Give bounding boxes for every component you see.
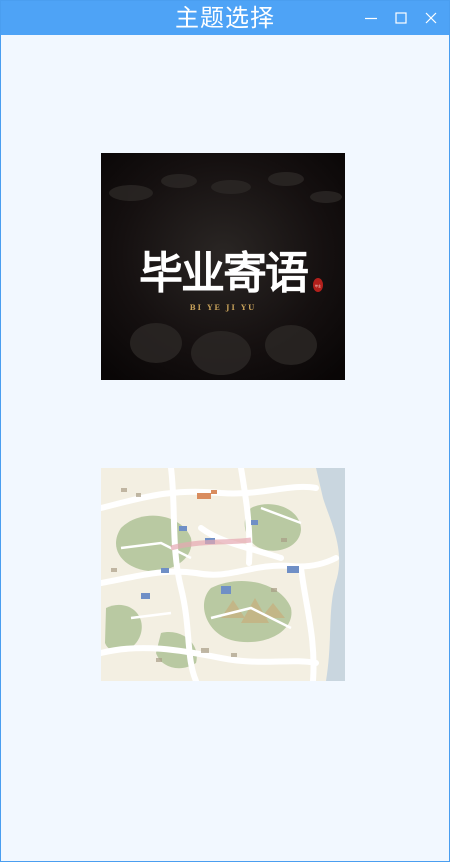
minimize-icon — [365, 17, 377, 20]
title-bar[interactable]: 主题选择 — [1, 1, 449, 35]
graduation-message-thumbnail: 毕业寄语 BI YE JI YU 毕业 — [101, 153, 345, 380]
maximize-icon — [395, 12, 407, 24]
close-button[interactable] — [421, 8, 441, 28]
seal-text: 毕业 — [315, 283, 321, 288]
maximize-button[interactable] — [391, 8, 411, 28]
campus-map-thumbnail — [101, 468, 345, 681]
romanization-text: BI YE JI YU — [190, 303, 257, 312]
red-seal-icon: 毕业 — [313, 278, 323, 292]
minimize-button[interactable] — [361, 8, 381, 28]
calligraphy-title: 毕业寄语 — [139, 248, 308, 299]
close-icon — [425, 12, 437, 24]
window-title: 主题选择 — [175, 4, 275, 32]
theme-campus-map[interactable] — [101, 468, 345, 681]
theme-graduation-message[interactable]: 毕业寄语 BI YE JI YU 毕业 — [101, 153, 345, 380]
theme-selection-window: 主题选择 毕业寄语 BI YE JI YU 毕业 — [0, 0, 450, 862]
